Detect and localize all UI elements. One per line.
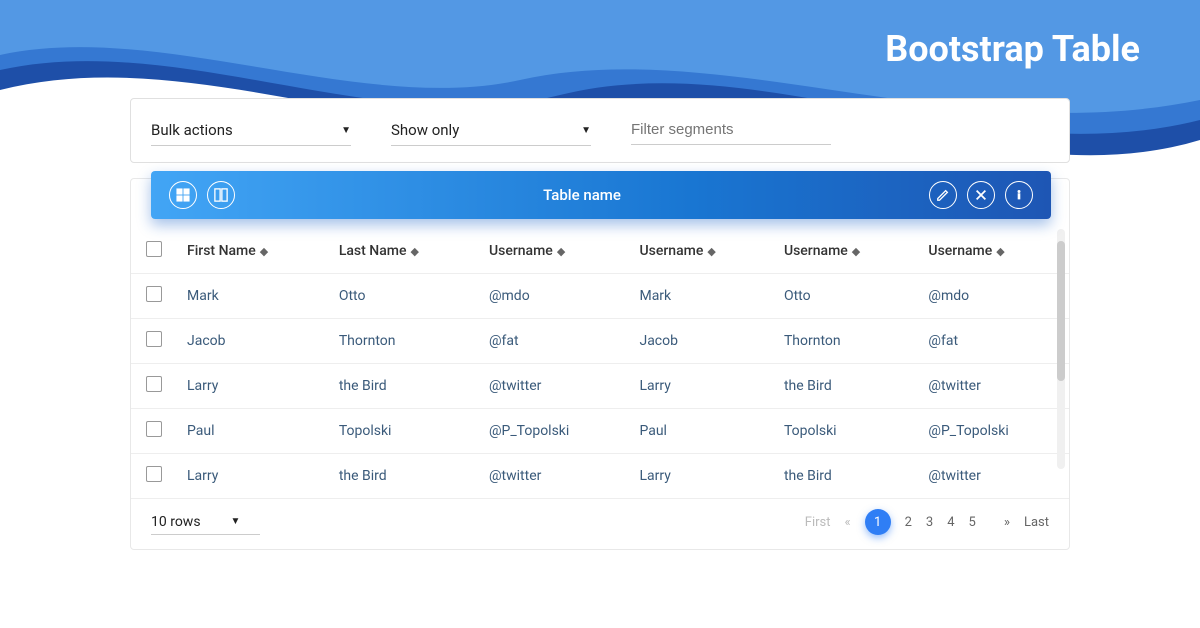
table-row: Larrythe Bird@twitterLarrythe Bird@twitt… xyxy=(131,454,1069,499)
table-cell: @twitter xyxy=(479,364,630,409)
table-cell: Larry xyxy=(177,364,329,409)
view-grid-button[interactable] xyxy=(169,181,197,209)
col-header[interactable]: Last Name◆ xyxy=(329,229,479,274)
table-title: Table name xyxy=(543,186,621,204)
row-checkbox[interactable] xyxy=(146,331,162,347)
bulk-actions-select[interactable]: Bulk actions ▼ xyxy=(151,115,351,146)
rows-label: 10 rows xyxy=(151,514,201,530)
filter-bar: Bulk actions ▼ Show only ▼ xyxy=(130,98,1070,163)
table-cell: the Bird xyxy=(329,454,479,499)
table-cell: @fat xyxy=(479,319,630,364)
table-cell: @twitter xyxy=(918,364,1069,409)
show-only-label: Show only xyxy=(391,121,459,139)
table-cell: the Bird xyxy=(329,364,479,409)
info-button[interactable] xyxy=(1005,181,1033,209)
table-cell: Otto xyxy=(329,274,479,319)
table-cell: Jacob xyxy=(629,319,773,364)
page-title: Bootstrap Table xyxy=(885,28,1140,70)
table-cell: Larry xyxy=(629,454,773,499)
col-header[interactable]: Username◆ xyxy=(479,229,630,274)
pagination: First « 12345 » Last xyxy=(805,509,1049,535)
scrollbar-thumb[interactable] xyxy=(1057,241,1065,381)
table-row: PaulTopolski@P_TopolskiPaulTopolski@P_To… xyxy=(131,409,1069,454)
table-footer: 10 rows ▼ First « 12345 » Last xyxy=(131,499,1069,549)
table-cell: Jacob xyxy=(177,319,329,364)
select-all-checkbox[interactable] xyxy=(146,241,162,257)
table-cell: Larry xyxy=(177,454,329,499)
close-icon xyxy=(974,188,988,202)
pager-last[interactable]: Last xyxy=(1024,515,1049,530)
table-row: JacobThornton@fatJacobThornton@fat xyxy=(131,319,1069,364)
table-cell: @twitter xyxy=(918,454,1069,499)
col-header[interactable]: Username◆ xyxy=(629,229,773,274)
table-row: MarkOtto@mdoMarkOtto@mdo xyxy=(131,274,1069,319)
columns-icon xyxy=(214,188,228,202)
view-columns-button[interactable] xyxy=(207,181,235,209)
data-table: First Name◆ Last Name◆ Username◆ Usernam… xyxy=(131,229,1069,499)
table-cell: @P_Topolski xyxy=(918,409,1069,454)
table-cell: Otto xyxy=(774,274,918,319)
pager-page[interactable]: 5 xyxy=(969,515,976,530)
table-cell: @mdo xyxy=(918,274,1069,319)
pager-page[interactable]: 4 xyxy=(947,515,954,530)
edit-button[interactable] xyxy=(929,181,957,209)
pager-page[interactable]: 1 xyxy=(865,509,891,535)
table-cell: Larry xyxy=(629,364,773,409)
table-cell: Mark xyxy=(629,274,773,319)
filter-segments-field[interactable] xyxy=(631,115,831,146)
table-cell: the Bird xyxy=(774,364,918,409)
table-cell: the Bird xyxy=(774,454,918,499)
caret-down-icon: ▼ xyxy=(231,516,241,527)
col-header[interactable]: First Name◆ xyxy=(177,229,329,274)
pager-next[interactable]: » xyxy=(1004,515,1010,530)
sort-icon: ◆ xyxy=(410,245,418,258)
table-cell: @twitter xyxy=(479,454,630,499)
pager-first[interactable]: First xyxy=(805,515,831,530)
row-checkbox[interactable] xyxy=(146,466,162,482)
table-cell: @fat xyxy=(918,319,1069,364)
table-header-row: First Name◆ Last Name◆ Username◆ Usernam… xyxy=(131,229,1069,274)
grid-icon xyxy=(176,188,190,202)
pager-prev[interactable]: « xyxy=(845,515,851,530)
col-header[interactable]: Username◆ xyxy=(918,229,1069,274)
table-card: Table name First Name◆ Last Name◆ Userna… xyxy=(130,178,1070,550)
sort-icon: ◆ xyxy=(557,245,565,258)
table-cell: @mdo xyxy=(479,274,630,319)
pager-page[interactable]: 2 xyxy=(905,515,912,530)
table-cell: @P_Topolski xyxy=(479,409,630,454)
filter-segments-input[interactable] xyxy=(631,115,831,145)
row-checkbox[interactable] xyxy=(146,376,162,392)
caret-down-icon: ▼ xyxy=(341,125,351,136)
pager-page[interactable]: 3 xyxy=(926,515,933,530)
vertical-scrollbar[interactable] xyxy=(1057,229,1065,469)
sort-icon: ◆ xyxy=(260,245,268,258)
table-cell: Topolski xyxy=(774,409,918,454)
col-header[interactable]: Username◆ xyxy=(774,229,918,274)
pencil-icon xyxy=(936,188,950,202)
table-cell: Topolski xyxy=(329,409,479,454)
sort-icon: ◆ xyxy=(707,245,715,258)
bulk-actions-label: Bulk actions xyxy=(151,121,233,139)
sort-icon: ◆ xyxy=(852,245,860,258)
sort-icon: ◆ xyxy=(996,245,1004,258)
table-cell: Thornton xyxy=(774,319,918,364)
delete-button[interactable] xyxy=(967,181,995,209)
table-cell: Paul xyxy=(177,409,329,454)
rows-per-page-select[interactable]: 10 rows ▼ xyxy=(151,510,260,535)
table-row: Larrythe Bird@twitterLarrythe Bird@twitt… xyxy=(131,364,1069,409)
show-only-select[interactable]: Show only ▼ xyxy=(391,115,591,146)
table-cell: Paul xyxy=(629,409,773,454)
row-checkbox[interactable] xyxy=(146,286,162,302)
caret-down-icon: ▼ xyxy=(581,125,591,136)
table-header-bar: Table name xyxy=(151,171,1051,219)
table-cell: Thornton xyxy=(329,319,479,364)
info-icon xyxy=(1012,188,1026,202)
table-cell: Mark xyxy=(177,274,329,319)
row-checkbox[interactable] xyxy=(146,421,162,437)
